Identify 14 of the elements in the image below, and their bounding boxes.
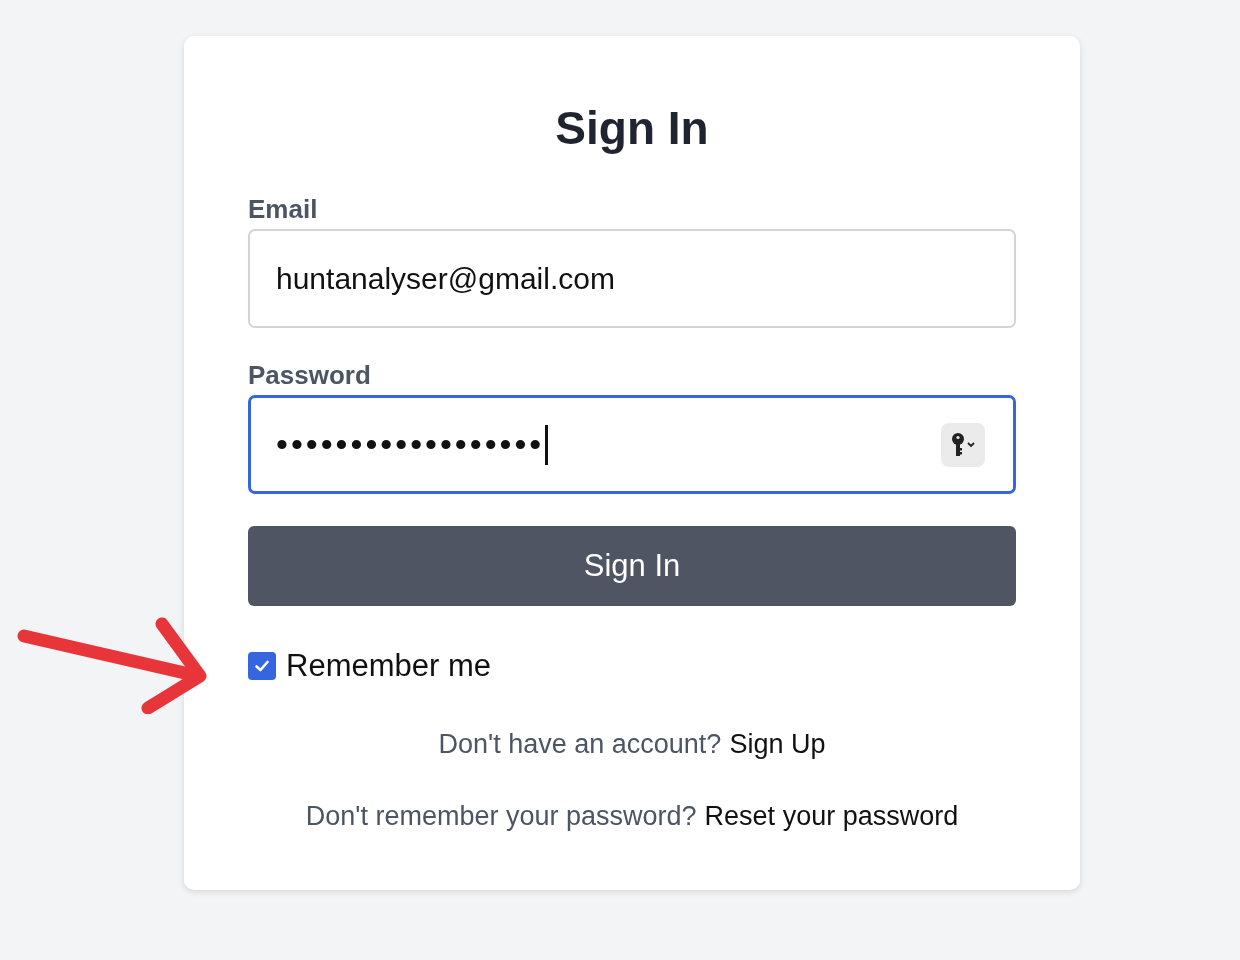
- prompt-text: Don't have an account?: [438, 729, 722, 759]
- password-field[interactable]: ••••••••••••••••••: [248, 395, 1016, 494]
- email-field[interactable]: huntanalyser@gmail.com: [248, 229, 1016, 328]
- field-label: Email: [248, 194, 319, 225]
- checkbox[interactable]: [248, 652, 276, 680]
- prompt-text: Don't remember your password?: [305, 801, 697, 831]
- text-cursor: [545, 424, 549, 465]
- link[interactable]: Sign Up: [729, 729, 826, 759]
- checkbox-label: Remember me: [286, 648, 491, 684]
- sign-in-button[interactable]: Sign In: [248, 526, 1016, 606]
- key-button[interactable]: [941, 422, 985, 467]
- field-label: Password: [248, 360, 372, 391]
- link[interactable]: Reset your password: [704, 801, 959, 831]
- form-title: Sign In: [554, 101, 710, 156]
